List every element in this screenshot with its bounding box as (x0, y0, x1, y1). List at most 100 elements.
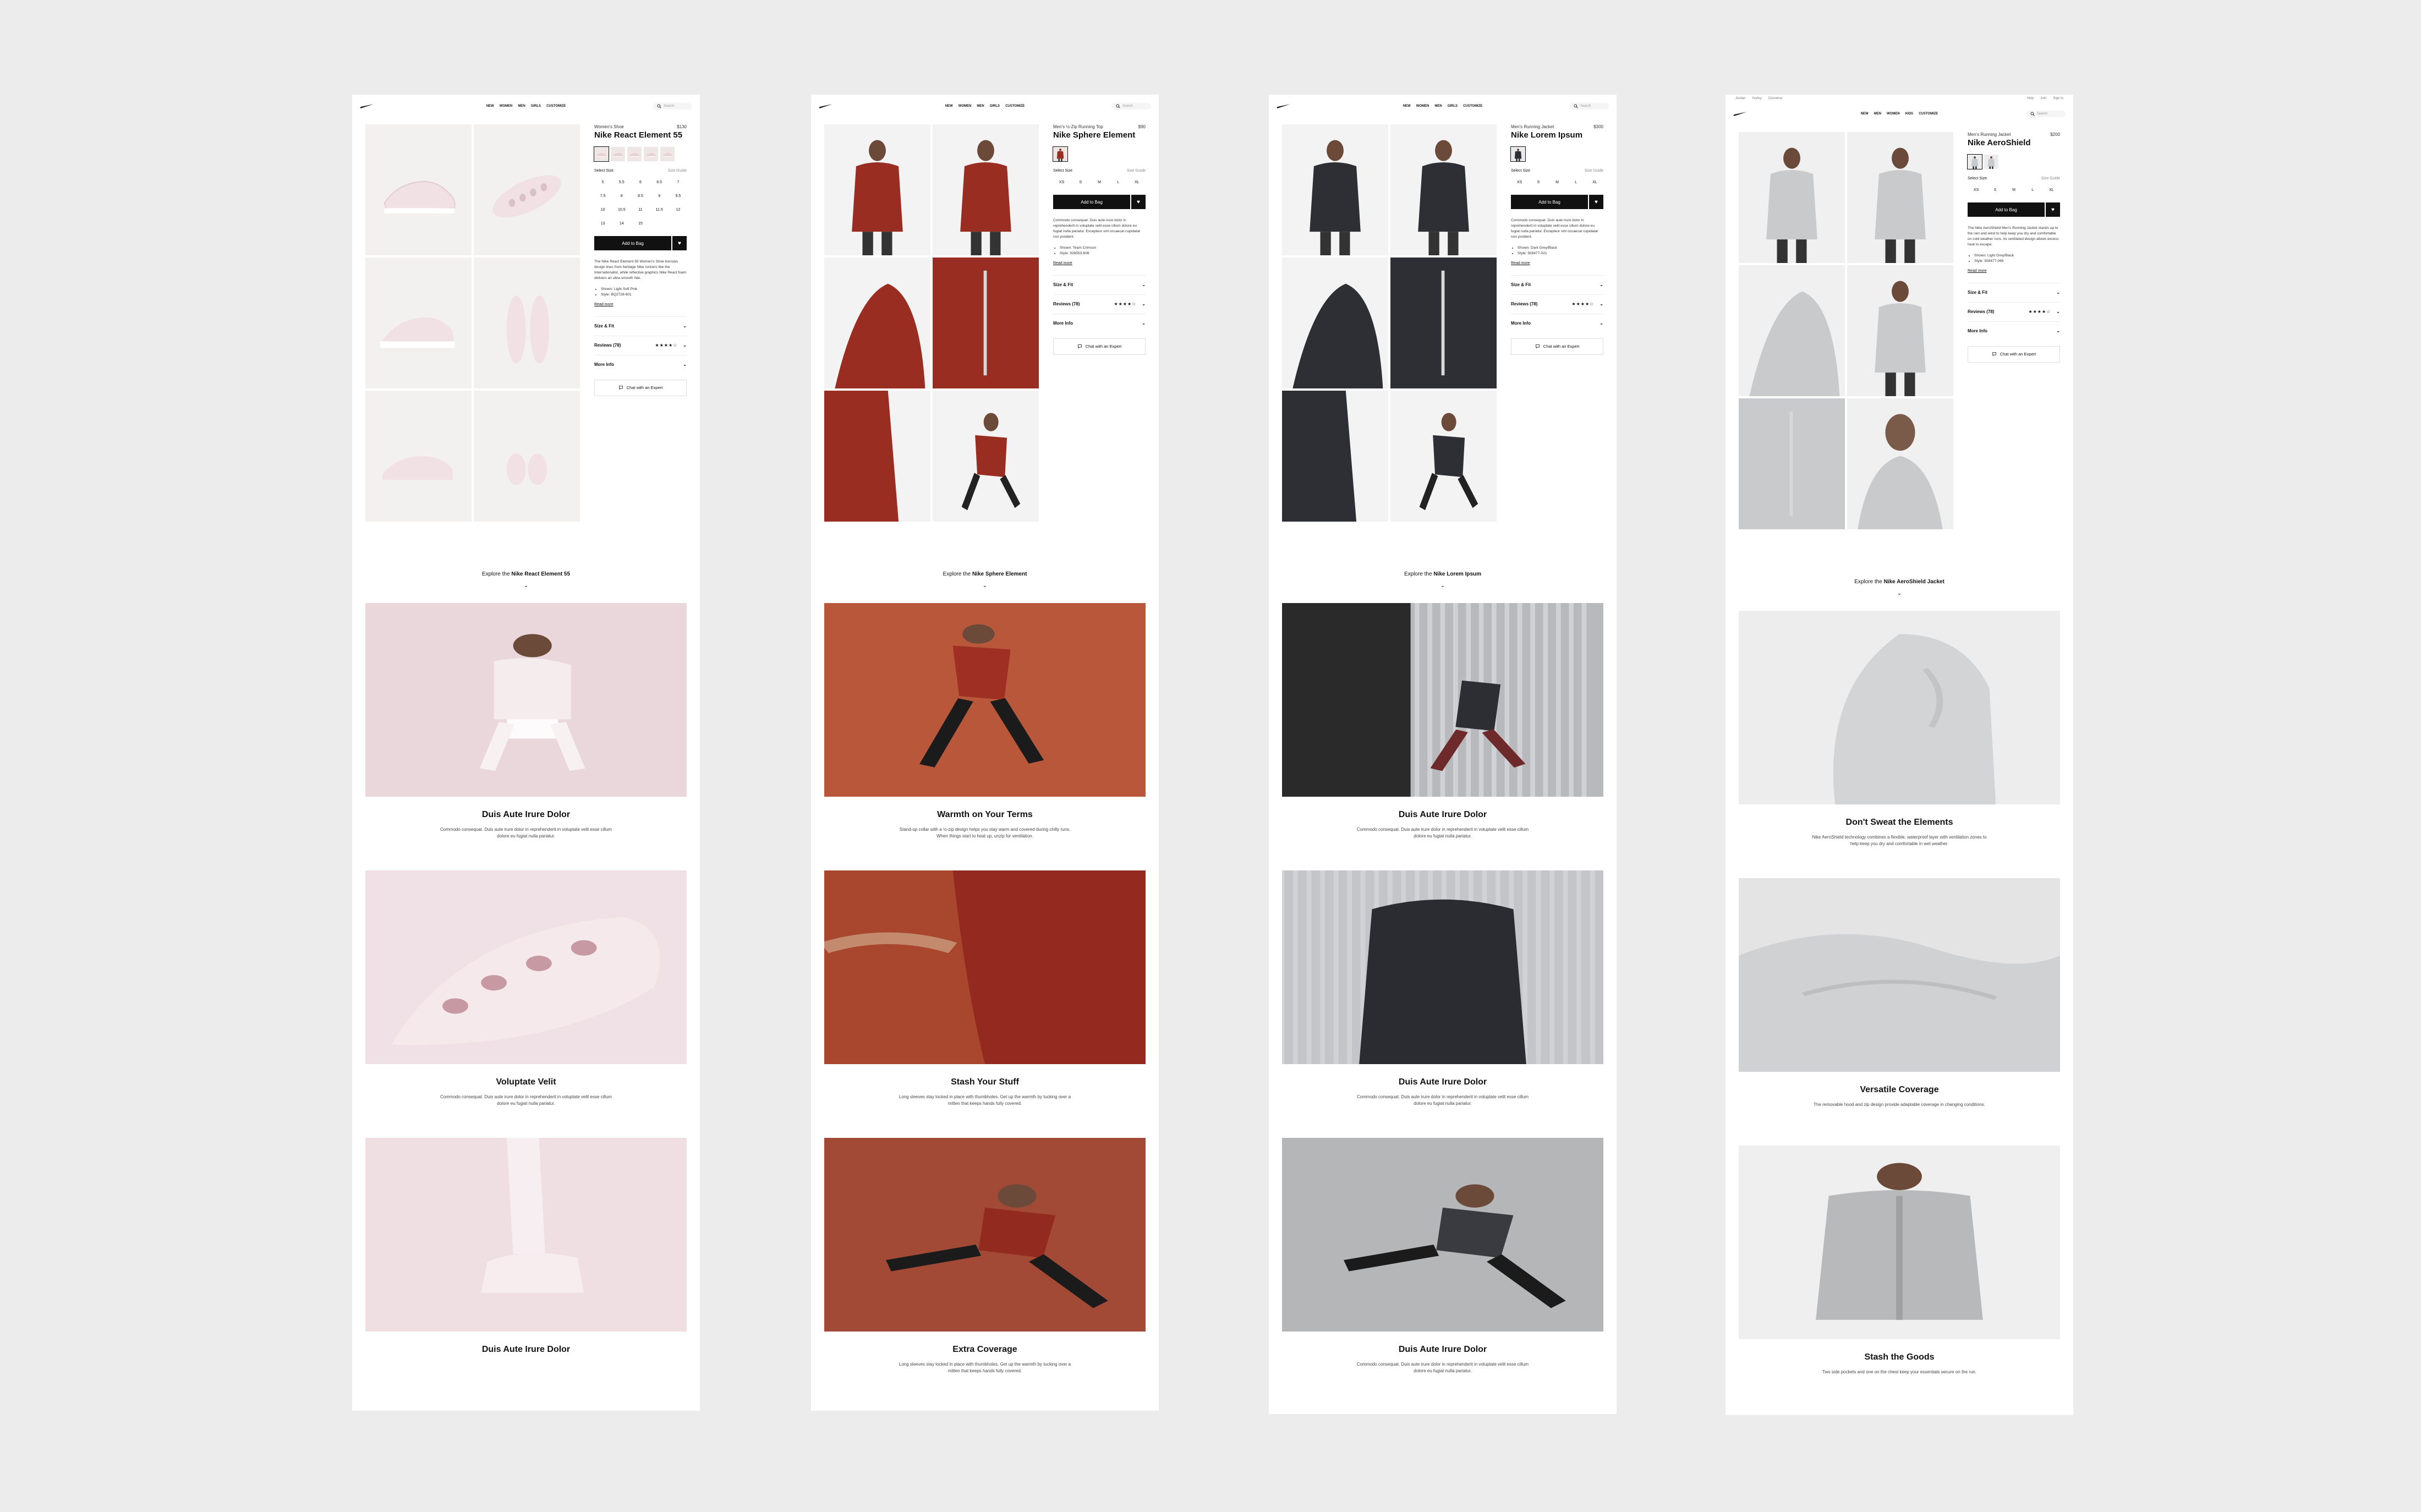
size-option[interactable]: XS (1968, 184, 1985, 196)
color-swatch[interactable] (627, 147, 642, 161)
gallery-image[interactable] (1390, 391, 1497, 522)
nav-item[interactable]: KIDS (1905, 112, 1913, 116)
utility-link[interactable]: Sign In (2053, 97, 2063, 100)
size-option[interactable]: M (2005, 184, 2022, 196)
size-option[interactable]: M (1548, 176, 1565, 188)
size-option[interactable]: XS (1053, 176, 1070, 188)
size-guide-link[interactable]: Size Guide (668, 169, 687, 173)
color-swatch[interactable] (644, 147, 658, 161)
gallery-image[interactable] (1390, 124, 1497, 255)
nav-item[interactable]: MEN (518, 105, 525, 108)
size-option[interactable]: L (1568, 176, 1585, 188)
size-guide-link[interactable]: Size Guide (1585, 169, 1603, 173)
size-option[interactable]: 7.5 (594, 190, 611, 202)
favorite-button[interactable]: ♥ (1589, 195, 1603, 209)
nike-logo-icon[interactable] (819, 103, 833, 109)
accordion-more-info[interactable]: More Info ⌄ (1968, 321, 2060, 341)
size-option[interactable]: 15 (632, 217, 649, 229)
nike-logo-icon[interactable] (1733, 111, 1748, 117)
search-input[interactable]: Search (1569, 103, 1609, 109)
read-more-link[interactable]: Read more (1511, 261, 1603, 265)
nav-item[interactable]: MEN (977, 105, 984, 108)
search-input[interactable]: Search (2026, 111, 2066, 117)
add-to-bag-button[interactable]: Add to Bag (1968, 202, 2045, 217)
nike-logo-icon[interactable] (360, 103, 374, 109)
gallery-image[interactable] (1739, 398, 1845, 529)
gallery-image[interactable] (824, 258, 930, 388)
accordion-reviews[interactable]: Reviews (78) ★★★★☆ ⌄ (1053, 294, 1146, 314)
gallery-image[interactable] (933, 124, 1039, 255)
size-option[interactable]: XL (1129, 176, 1146, 188)
size-option[interactable]: S (1530, 176, 1547, 188)
size-option[interactable]: S (1986, 184, 2003, 196)
gallery-image[interactable] (1390, 258, 1497, 388)
nav-item[interactable]: WOMEN (500, 105, 513, 108)
nav-item[interactable]: CUSTOMIZE (546, 105, 566, 108)
size-option[interactable]: M (1091, 176, 1108, 188)
chevron-down-icon[interactable]: ⌄ (352, 583, 700, 589)
read-more-link[interactable]: Read more (1968, 269, 2060, 273)
gallery-image[interactable] (824, 391, 930, 522)
add-to-bag-button[interactable]: Add to Bag (1053, 195, 1130, 209)
add-to-bag-button[interactable]: Add to Bag (1511, 195, 1588, 209)
size-option[interactable]: 5.5 (613, 176, 630, 188)
nav-item[interactable]: NEW (1861, 112, 1869, 116)
read-more-link[interactable]: Read more (594, 303, 687, 306)
color-swatch[interactable] (1053, 146, 1068, 162)
size-option[interactable]: 6 (632, 176, 649, 188)
utility-link[interactable]: Converse (1768, 97, 1783, 100)
nav-item[interactable]: GIRLS (1448, 105, 1458, 108)
gallery-image[interactable] (1739, 132, 1845, 263)
gallery-image[interactable] (1282, 258, 1388, 388)
gallery-image[interactable] (474, 124, 580, 255)
color-swatch[interactable] (1510, 146, 1526, 162)
accordion-more-info[interactable]: More Info ⌄ (1511, 313, 1603, 333)
chat-expert-button[interactable]: Chat with an Expert (1053, 338, 1146, 355)
nav-item[interactable]: MEN (1874, 112, 1881, 116)
size-option[interactable]: 13 (594, 217, 611, 229)
size-option[interactable]: L (1110, 176, 1127, 188)
size-option[interactable]: 14 (613, 217, 630, 229)
read-more-link[interactable]: Read more (1053, 261, 1146, 265)
nav-item[interactable]: CUSTOMIZE (1005, 105, 1025, 108)
add-to-bag-button[interactable]: Add to Bag (594, 236, 671, 250)
color-swatch[interactable] (594, 146, 609, 162)
size-option[interactable]: 8 (613, 190, 630, 202)
chevron-down-icon[interactable]: ⌄ (811, 583, 1159, 589)
gallery-image[interactable] (365, 391, 472, 522)
size-option[interactable]: 11.5 (651, 204, 668, 216)
nav-item[interactable]: WOMEN (958, 105, 972, 108)
gallery-image[interactable] (1847, 132, 1953, 263)
chevron-down-icon[interactable]: ⌄ (1726, 590, 2073, 596)
gallery-image[interactable] (474, 258, 580, 388)
size-option[interactable]: XS (1511, 176, 1528, 188)
utility-link[interactable]: Hurley (1752, 97, 1761, 100)
size-option[interactable]: 10.5 (613, 204, 630, 216)
nav-item[interactable]: CUSTOMIZE (1463, 105, 1482, 108)
nav-item[interactable]: CUSTOMIZE (1919, 112, 1938, 116)
accordion-reviews[interactable]: Reviews (78) ★★★★☆ ⌄ (1968, 302, 2060, 321)
chat-expert-button[interactable]: Chat with an Expert (1968, 346, 2060, 363)
size-option[interactable]: 10 (594, 204, 611, 216)
favorite-button[interactable]: ♥ (672, 236, 687, 250)
gallery-image[interactable] (824, 124, 930, 255)
gallery-image[interactable] (365, 124, 472, 255)
nav-item[interactable]: WOMEN (1416, 105, 1429, 108)
favorite-button[interactable]: ♥ (2046, 202, 2060, 217)
nav-item[interactable]: MEN (1434, 105, 1442, 108)
color-swatch[interactable] (660, 147, 675, 161)
gallery-image[interactable] (933, 258, 1039, 388)
utility-link[interactable]: Join (2040, 97, 2046, 100)
gallery-image[interactable] (1847, 265, 1953, 396)
size-option[interactable]: 8.5 (632, 190, 649, 202)
gallery-image[interactable] (474, 391, 580, 522)
nav-item[interactable]: NEW (1403, 105, 1411, 108)
gallery-image[interactable] (1282, 124, 1388, 255)
gallery-image[interactable] (933, 391, 1039, 522)
nav-item[interactable]: GIRLS (990, 105, 1000, 108)
accordion-size-fit[interactable]: Size & Fit ⌄ (594, 316, 687, 336)
chevron-down-icon[interactable]: ⌄ (1269, 583, 1617, 589)
size-guide-link[interactable]: Size Guide (2041, 177, 2060, 180)
size-option[interactable]: 9.5 (670, 190, 687, 202)
accordion-more-info[interactable]: More Info ⌄ (1053, 313, 1146, 333)
